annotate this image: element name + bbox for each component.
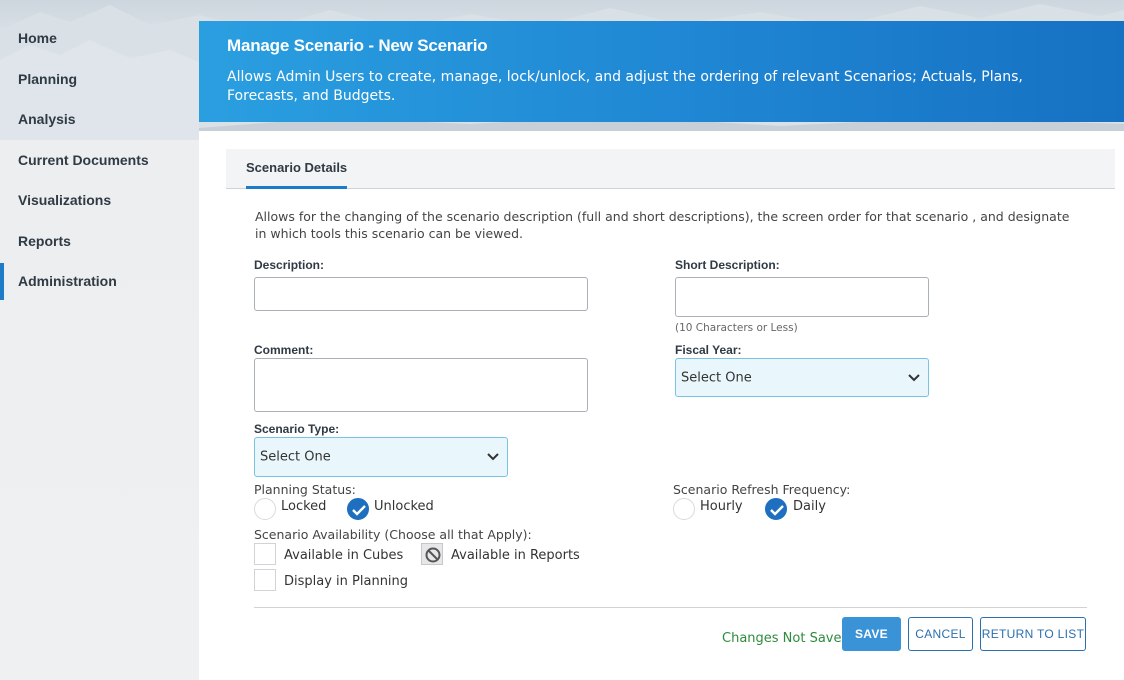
planning-status-locked-radio[interactable]: [254, 498, 276, 520]
nav-item-reports[interactable]: Reports: [0, 221, 199, 262]
planning-status-unlocked-radio[interactable]: [347, 498, 369, 520]
short-description-input[interactable]: [675, 277, 929, 317]
sidebar-nav: Home Planning Analysis Current Documents…: [0, 18, 199, 302]
planning-status-unlocked-label: Unlocked: [374, 499, 434, 514]
available-in-reports-checkbox[interactable]: [421, 543, 443, 565]
planning-status-locked-label: Locked: [281, 499, 327, 514]
available-in-reports-label: Available in Reports: [451, 548, 580, 563]
available-in-cubes-label: Available in Cubes: [284, 548, 404, 563]
scenario-type-selected-value: Select One: [260, 449, 331, 465]
tab-scenario-details[interactable]: Scenario Details: [246, 149, 348, 189]
cancel-button[interactable]: CANCEL: [908, 617, 973, 651]
scenario-availability-label: Scenario Availability (Choose all that A…: [254, 527, 532, 542]
planning-status-label: Planning Status:: [254, 482, 356, 497]
nav-item-analysis[interactable]: Analysis: [0, 99, 199, 140]
fiscal-year-selected-value: Select One: [681, 370, 752, 385]
save-button[interactable]: SAVE: [842, 617, 901, 651]
scenario-type-select[interactable]: Select One: [254, 437, 508, 477]
scenario-type-label: Scenario Type:: [254, 422, 340, 436]
nav-item-planning[interactable]: Planning: [0, 59, 199, 100]
form-divider: [254, 607, 1087, 608]
refresh-frequency-daily-radio[interactable]: [765, 498, 787, 520]
refresh-frequency-hourly-radio[interactable]: [673, 498, 695, 520]
comment-textarea[interactable]: [254, 358, 588, 412]
fiscal-year-select[interactable]: Select One: [675, 358, 929, 397]
short-description-hint: (10 Characters or Less): [675, 322, 798, 334]
checkmark-icon: [352, 505, 366, 516]
nav-item-home[interactable]: Home: [0, 18, 199, 59]
chevron-down-icon: [908, 373, 920, 381]
description-input[interactable]: [254, 277, 588, 311]
checkmark-icon: [770, 505, 784, 516]
nav-item-visualizations[interactable]: Visualizations: [0, 180, 199, 221]
refresh-frequency-daily-label: Daily: [793, 499, 826, 514]
return-to-list-button[interactable]: RETURN TO LIST: [980, 617, 1086, 651]
page-description: Allows Admin Users to create, manage, lo…: [227, 69, 1023, 104]
refresh-frequency-label: Scenario Refresh Frequency:: [673, 482, 851, 497]
page-header: Manage Scenario - New Scenario Allows Ad…: [199, 21, 1124, 122]
display-in-planning-label: Display in Planning: [284, 574, 409, 589]
tab-bar: Scenario Details: [226, 149, 1115, 189]
description-label: Description:: [254, 258, 325, 272]
page-title: Manage Scenario - New Scenario: [227, 36, 488, 55]
refresh-frequency-hourly-label: Hourly: [700, 499, 743, 514]
nav-item-current-documents[interactable]: Current Documents: [0, 140, 199, 181]
available-in-cubes-checkbox[interactable]: [254, 543, 276, 565]
nav-item-administration[interactable]: Administration: [0, 261, 199, 302]
form-intro-text: Allows for the changing of the scenario …: [255, 209, 1070, 241]
save-status-text: Changes Not Saved: [722, 631, 850, 646]
prohibited-icon: [425, 547, 441, 563]
chevron-down-icon: [487, 453, 499, 461]
display-in-planning-checkbox[interactable]: [254, 569, 276, 591]
scenario-details-card: Scenario Details Allows for the changing…: [199, 131, 1124, 680]
comment-label: Comment:: [254, 343, 314, 357]
fiscal-year-label: Fiscal Year:: [675, 343, 742, 357]
short-description-label: Short Description:: [675, 258, 780, 272]
